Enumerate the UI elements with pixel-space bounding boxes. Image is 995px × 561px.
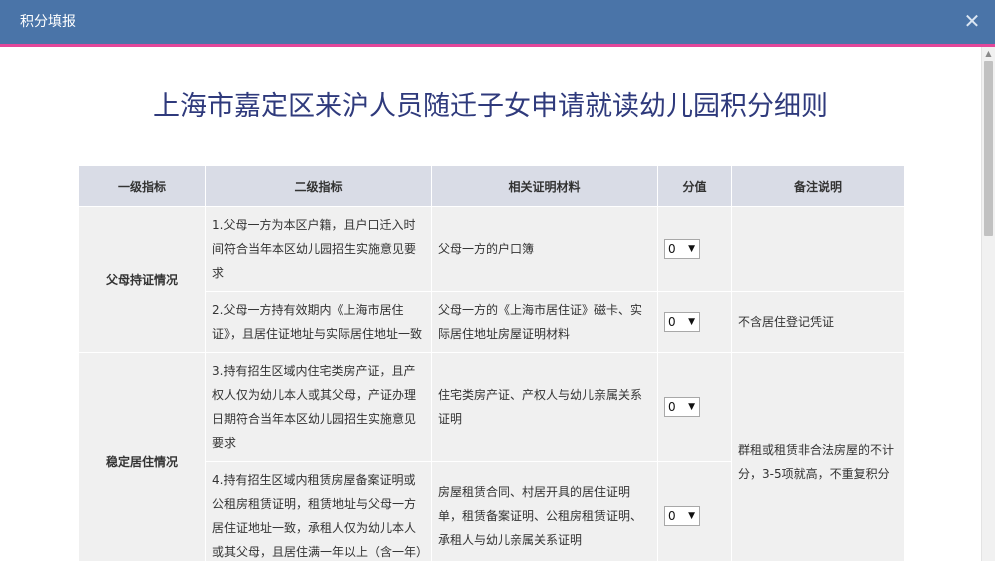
column-header-level2: 二级指标 bbox=[205, 165, 432, 207]
caret-down-icon: ▼ bbox=[688, 244, 695, 254]
page-heading: 上海市嘉定区来沪人员随迁子女申请就读幼儿园积分细则 bbox=[153, 91, 828, 122]
caret-down-icon: ▼ bbox=[688, 511, 695, 521]
score-cell: 0 ▼ bbox=[657, 352, 732, 462]
caret-down-icon: ▼ bbox=[688, 317, 695, 327]
table-row: 父母持证情况 1.父母一方为本区户籍，且户口迁入时间符合当年本区幼儿园招生实施意… bbox=[78, 206, 905, 353]
score-select[interactable]: 0 ▼ bbox=[664, 397, 700, 417]
column-header-level1: 一级指标 bbox=[78, 165, 206, 207]
indicator-cell: 4.持有招生区域内租赁房屋备案证明或公租房租赁证明，租赁地址与父母一方居住证地址… bbox=[205, 461, 432, 561]
category-cell: 父母持证情况 bbox=[78, 206, 206, 353]
table-header-row: 一级指标 二级指标 相关证明材料 分值 备注说明 bbox=[78, 165, 905, 207]
scoring-rules-table: 一级指标 二级指标 相关证明材料 分值 备注说明 父母持证情况 1.父母一方为本… bbox=[78, 165, 905, 561]
indicator-cell: 1.父母一方为本区户籍，且户口迁入时间符合当年本区幼儿园招生实施意见要求 bbox=[205, 206, 432, 292]
column-header-materials: 相关证明材料 bbox=[431, 165, 658, 207]
material-cell: 父母一方的《上海市居住证》磁卡、实际居住地址房屋证明材料 bbox=[431, 291, 658, 353]
score-select-value: 0 bbox=[668, 315, 676, 329]
table-row: 稳定居住情况 3.持有招生区域内住宅类房产证，且产权人仅为幼儿本人或其父母，产证… bbox=[78, 352, 905, 561]
column-header-notes: 备注说明 bbox=[731, 165, 905, 207]
note-cell: 不含居住登记凭证 bbox=[731, 291, 905, 353]
category-cell: 稳定居住情况 bbox=[78, 352, 206, 561]
dialog-title: 积分填报 bbox=[20, 14, 76, 30]
dialog-titlebar: 积分填报 ✕ bbox=[0, 0, 995, 44]
dialog-content: 上海市嘉定区来沪人员随迁子女申请就读幼儿园积分细则 一级指标 二级指标 相关证明… bbox=[0, 47, 981, 561]
material-cell: 住宅类房产证、产权人与幼儿亲属关系证明 bbox=[431, 352, 658, 462]
score-select-value: 0 bbox=[668, 400, 676, 414]
scrollbar-thumb[interactable] bbox=[984, 61, 993, 236]
score-select[interactable]: 0 ▼ bbox=[664, 506, 700, 526]
vertical-scrollbar[interactable]: ▲ bbox=[981, 47, 995, 561]
caret-down-icon: ▼ bbox=[688, 402, 695, 412]
material-cell: 父母一方的户口簿 bbox=[431, 206, 658, 292]
close-icon[interactable]: ✕ bbox=[963, 11, 981, 31]
indicator-cell: 3.持有招生区域内住宅类房产证，且产权人仅为幼儿本人或其父母，产证办理日期符合当… bbox=[205, 352, 432, 462]
score-select[interactable]: 0 ▼ bbox=[664, 239, 700, 259]
score-cell: 0 ▼ bbox=[657, 291, 732, 353]
material-cell: 房屋租赁合同、村居开具的居住证明单，租赁备案证明、公租房租赁证明、承租人与幼儿亲… bbox=[431, 461, 658, 561]
column-header-score: 分值 bbox=[657, 165, 732, 207]
score-select-value: 0 bbox=[668, 242, 676, 256]
indicator-cell: 2.父母一方持有效期内《上海市居住证》，且居住证地址与实际居住地址一致 bbox=[205, 291, 432, 353]
note-cell: 群租或租赁非合法房屋的不计分，3-5项就高，不重复积分 bbox=[731, 352, 905, 561]
scroll-up-arrow-icon[interactable]: ▲ bbox=[982, 47, 995, 60]
note-cell bbox=[731, 206, 905, 292]
score-cell: 0 ▼ bbox=[657, 461, 732, 561]
score-cell: 0 ▼ bbox=[657, 206, 732, 292]
score-select-value: 0 bbox=[668, 509, 676, 523]
score-select[interactable]: 0 ▼ bbox=[664, 312, 700, 332]
